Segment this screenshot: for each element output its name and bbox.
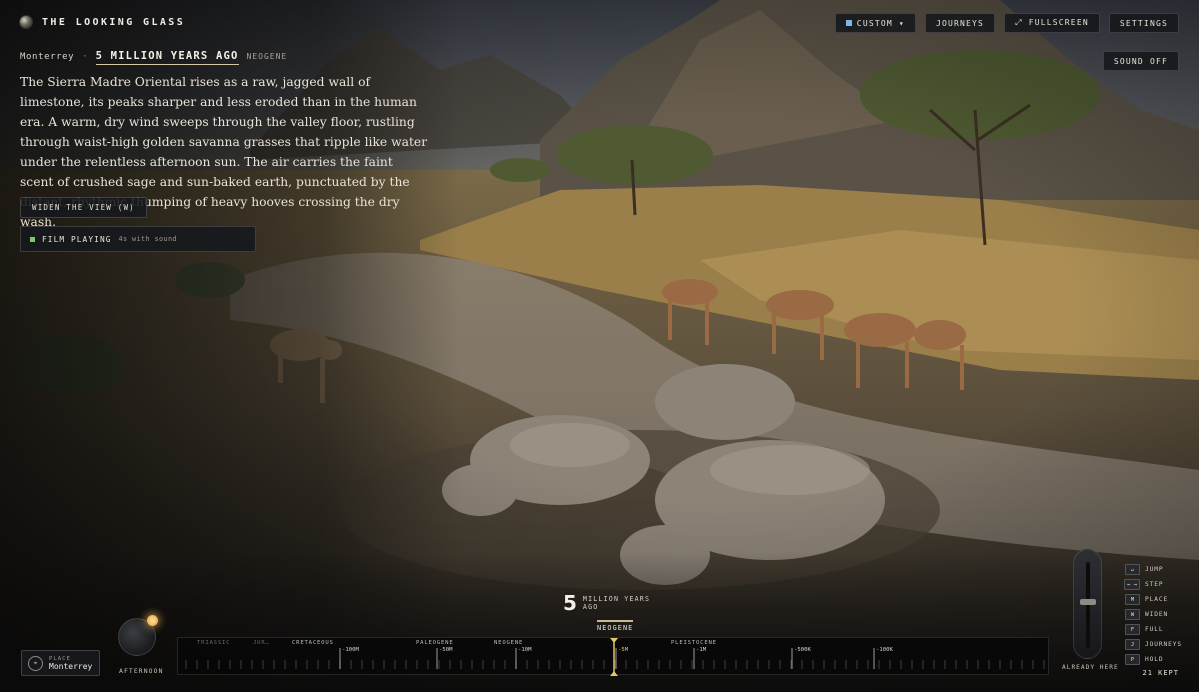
shortcut-row: P HOLD — [1117, 652, 1179, 667]
top-toolbar: CUSTOM ▾ JOURNEYS ⤢ FULLSCREEN SETTINGS — [834, 13, 1179, 33]
shortcut-label: STEP — [1145, 581, 1164, 588]
timeline-period-label[interactable]: TRIASSIC — [197, 640, 230, 646]
timeline-tick-label: -500K — [794, 647, 811, 653]
place-button-name: Monterrey — [49, 661, 93, 671]
custom-button[interactable]: CUSTOM ▾ — [834, 13, 916, 33]
shortcut-label: JUMP — [1145, 566, 1164, 573]
key-cap: P — [1125, 654, 1140, 665]
app-title: THE LOOKING GLASS — [42, 16, 186, 28]
era-period: NEOGENE — [246, 52, 288, 61]
time-of-day-label: AFTERNOON — [119, 667, 164, 675]
film-status-detail: 4s with sound — [118, 235, 177, 243]
sun-icon[interactable] — [147, 615, 158, 626]
timeline-period-label[interactable]: PLEISTOCENE — [671, 640, 717, 646]
geologic-timeline[interactable]: TRIASSIC JUR… CRETACEOUS PALEOGENE NEOGE… — [177, 637, 1049, 676]
current-age-readout: 5 MILLION YEARS AGO — [563, 591, 650, 615]
timeline-period-label[interactable]: NEOGENE — [494, 640, 523, 646]
kept-count: 21 KEPT — [1142, 669, 1179, 677]
era-age: 5 MILLION YEARS AGO — [95, 50, 239, 65]
timeline-tick-label: -1M — [696, 647, 707, 653]
shortcut-label: HOLD — [1145, 656, 1164, 663]
place-button[interactable]: ⌖ PLACE Monterrey — [21, 650, 100, 676]
keyboard-shortcuts: ↵ JUMP ← → STEP M PLACE W WIDEN F FULL J… — [1117, 562, 1183, 677]
shortcut-row: M PLACE — [1117, 592, 1179, 607]
timeline-period-label[interactable]: JUR… — [253, 640, 270, 646]
current-era-tag: NEOGENE — [597, 620, 634, 632]
square-icon — [845, 20, 852, 26]
zoom-slider-handle[interactable] — [1080, 599, 1096, 605]
film-status[interactable]: FILM PLAYING 4s with sound — [20, 226, 256, 252]
timeline-marker-cap — [610, 638, 618, 643]
timeline-tick-label: -100M — [342, 647, 359, 653]
sound-toggle-button[interactable]: SOUND OFF — [1102, 51, 1179, 71]
shortcut-label: WIDEN — [1145, 611, 1169, 618]
shortcut-row: ← → STEP — [1117, 577, 1179, 592]
era-place: Monterrey — [20, 52, 75, 62]
shortcut-row: ↵ JUMP — [1117, 562, 1179, 577]
location-pin-icon: ⌖ — [28, 655, 43, 671]
shortcut-row: F FULL — [1117, 622, 1179, 637]
key-cap: W — [1125, 609, 1140, 620]
era-heading: Monterrey · 5 MILLION YEARS AGO NEOGENE — [20, 50, 287, 65]
shortcut-label: PLACE — [1145, 596, 1169, 603]
custom-button-label: CUSTOM ▾ — [856, 18, 905, 28]
zoom-slider-label: ALREADY HERE — [1062, 664, 1119, 671]
timeline-period-label[interactable]: PALEOGENE — [416, 640, 454, 646]
widen-view-button[interactable]: WIDEN THE VIEW (W) — [20, 197, 147, 218]
zoom-slider[interactable] — [1073, 549, 1102, 659]
lens-logo-icon — [20, 16, 32, 28]
key-cap: J — [1125, 639, 1140, 650]
age-number: 5 — [563, 591, 577, 615]
zoom-slider-track — [1086, 562, 1090, 648]
timeline-tick-label: -50M — [439, 647, 453, 653]
key-cap: F — [1125, 624, 1140, 635]
settings-button[interactable]: SETTINGS — [1108, 13, 1179, 33]
age-unit: MILLION YEARS AGO — [583, 595, 650, 612]
fullscreen-button[interactable]: ⤢ FULLSCREEN — [1004, 13, 1100, 33]
era-separator: · — [82, 52, 88, 62]
key-cap: M — [1125, 594, 1140, 605]
timeline-tick-label: -100K — [876, 647, 893, 653]
age-unit-line2: AGO — [582, 603, 599, 611]
shortcut-row: J JOURNEYS — [1117, 637, 1183, 652]
key-cap: ← → — [1124, 579, 1140, 590]
timeline-tick-label-current: -5M — [618, 647, 629, 653]
timeline-period-label[interactable]: CRETACEOUS — [292, 640, 334, 646]
shortcut-label: FULL — [1145, 626, 1164, 633]
timeline-tick-label: -10M — [518, 647, 532, 653]
playing-indicator-icon — [30, 236, 35, 242]
journeys-button[interactable]: JOURNEYS — [924, 13, 996, 33]
shortcut-label: JOURNEYS — [1145, 641, 1183, 648]
age-unit-line1: MILLION YEARS — [582, 594, 651, 603]
app-brand[interactable]: THE LOOKING GLASS — [20, 16, 185, 28]
shortcut-row: W WIDEN — [1117, 607, 1179, 622]
timeline-marker-cap — [610, 671, 618, 676]
key-cap: ↵ — [1125, 564, 1140, 575]
film-status-label: FILM PLAYING — [42, 234, 112, 244]
